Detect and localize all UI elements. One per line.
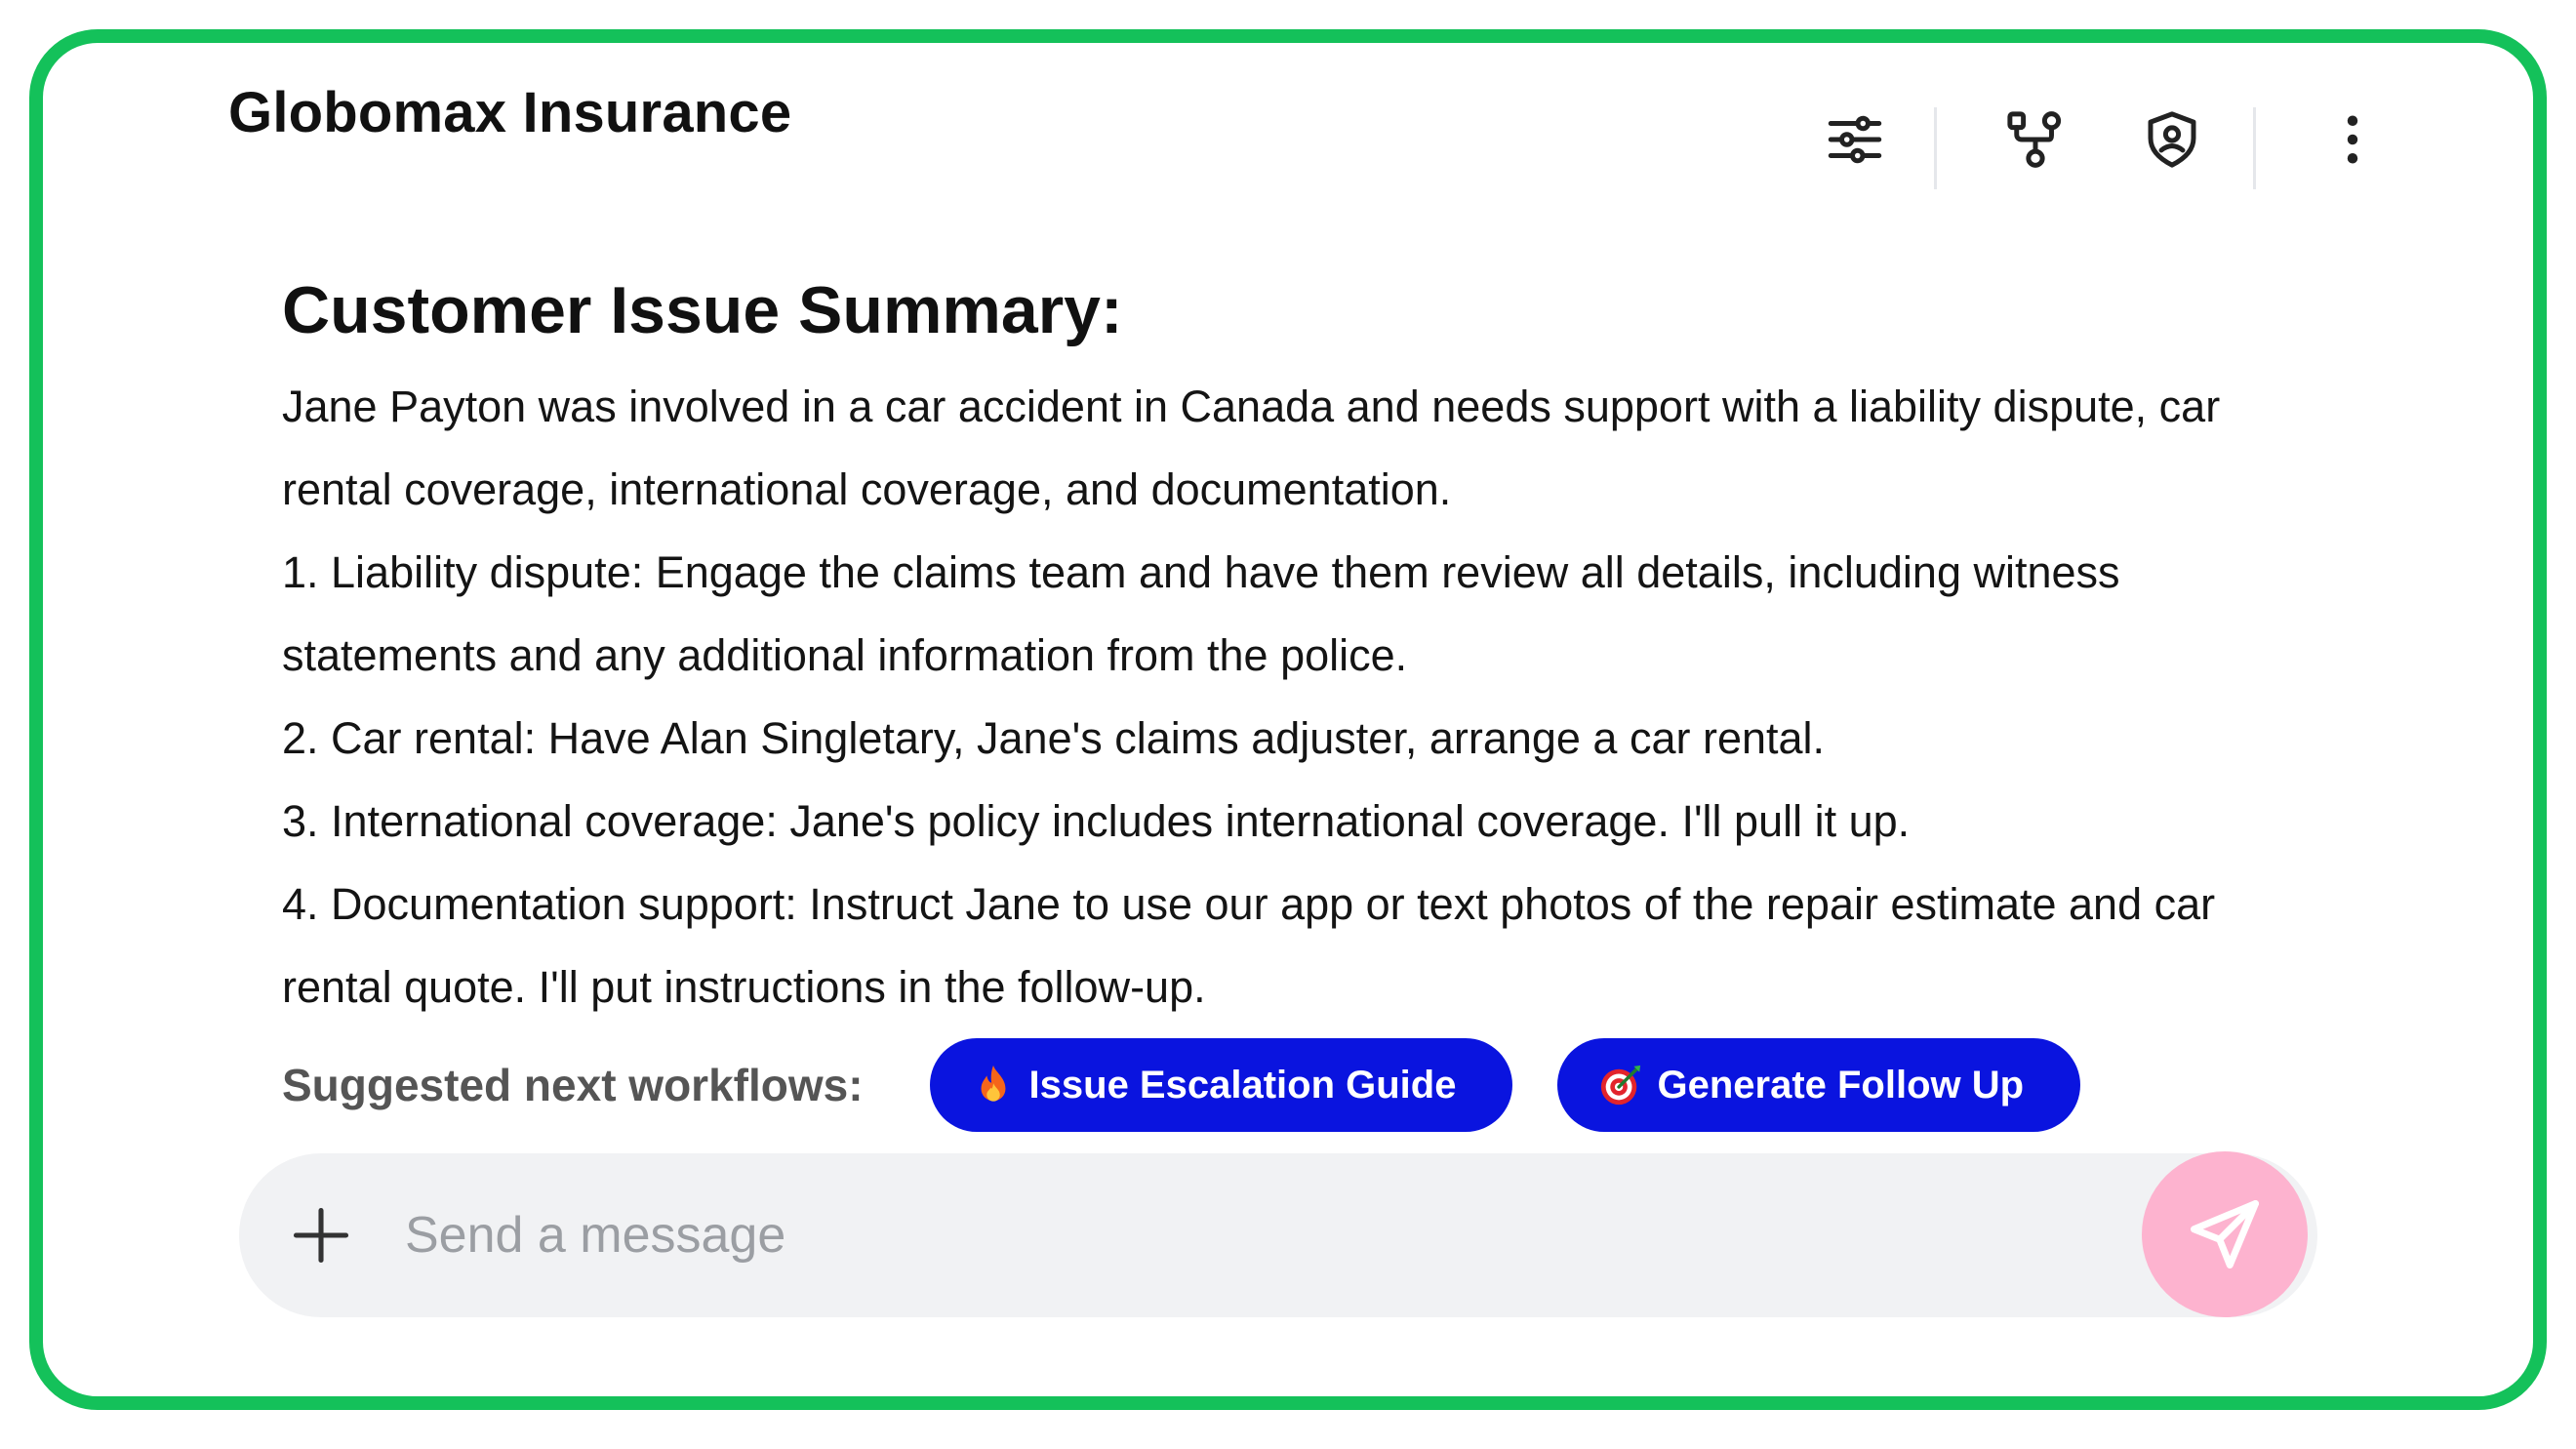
workflow-icon[interactable] (1999, 103, 2072, 176)
generate-follow-up-button[interactable]: Generate Follow Up (1557, 1038, 2081, 1132)
header-toolbar (1760, 72, 2443, 189)
send-icon (2191, 1200, 2259, 1268)
summary-item: 3. International coverage: Jane's policy… (282, 796, 1911, 846)
issue-escalation-guide-label: Issue Escalation Guide (1028, 1063, 1457, 1107)
summary-item: 1. Liability dispute: Engage the claims … (282, 547, 2120, 680)
fire-icon (981, 1065, 1005, 1102)
summary-heading: Customer Issue Summary: (282, 273, 1123, 347)
shield-icon[interactable] (2136, 103, 2208, 176)
summary-intro: Jane Payton was involved in a car accide… (282, 382, 2221, 514)
sliders-icon[interactable] (1819, 103, 1891, 176)
target-icon (1601, 1065, 1641, 1106)
more-vertical-icon[interactable] (2316, 103, 2389, 176)
plus-icon[interactable] (288, 1202, 354, 1268)
app-title: Globomax Insurance (228, 81, 792, 144)
generate-follow-up-label: Generate Follow Up (1657, 1063, 2025, 1107)
message-input[interactable] (405, 1153, 2064, 1317)
send-button[interactable] (2142, 1151, 2308, 1317)
message-composer (239, 1153, 2317, 1317)
summary-item: 4. Documentation support: Instruct Jane … (282, 879, 2216, 1012)
workflows-label: Suggested next workflows: (282, 1060, 864, 1110)
summary-item: 2. Car rental: Have Alan Singletary, Jan… (282, 713, 1826, 763)
issue-escalation-guide-button[interactable]: Issue Escalation Guide (929, 1038, 1513, 1132)
message-content: Customer Issue Summary: Jane Payton was … (282, 238, 2331, 1134)
toolbar-divider (2253, 107, 2256, 189)
suggested-workflows: Suggested next workflows: Issue Escalati… (282, 1036, 2331, 1134)
toolbar-divider (1934, 107, 1937, 189)
